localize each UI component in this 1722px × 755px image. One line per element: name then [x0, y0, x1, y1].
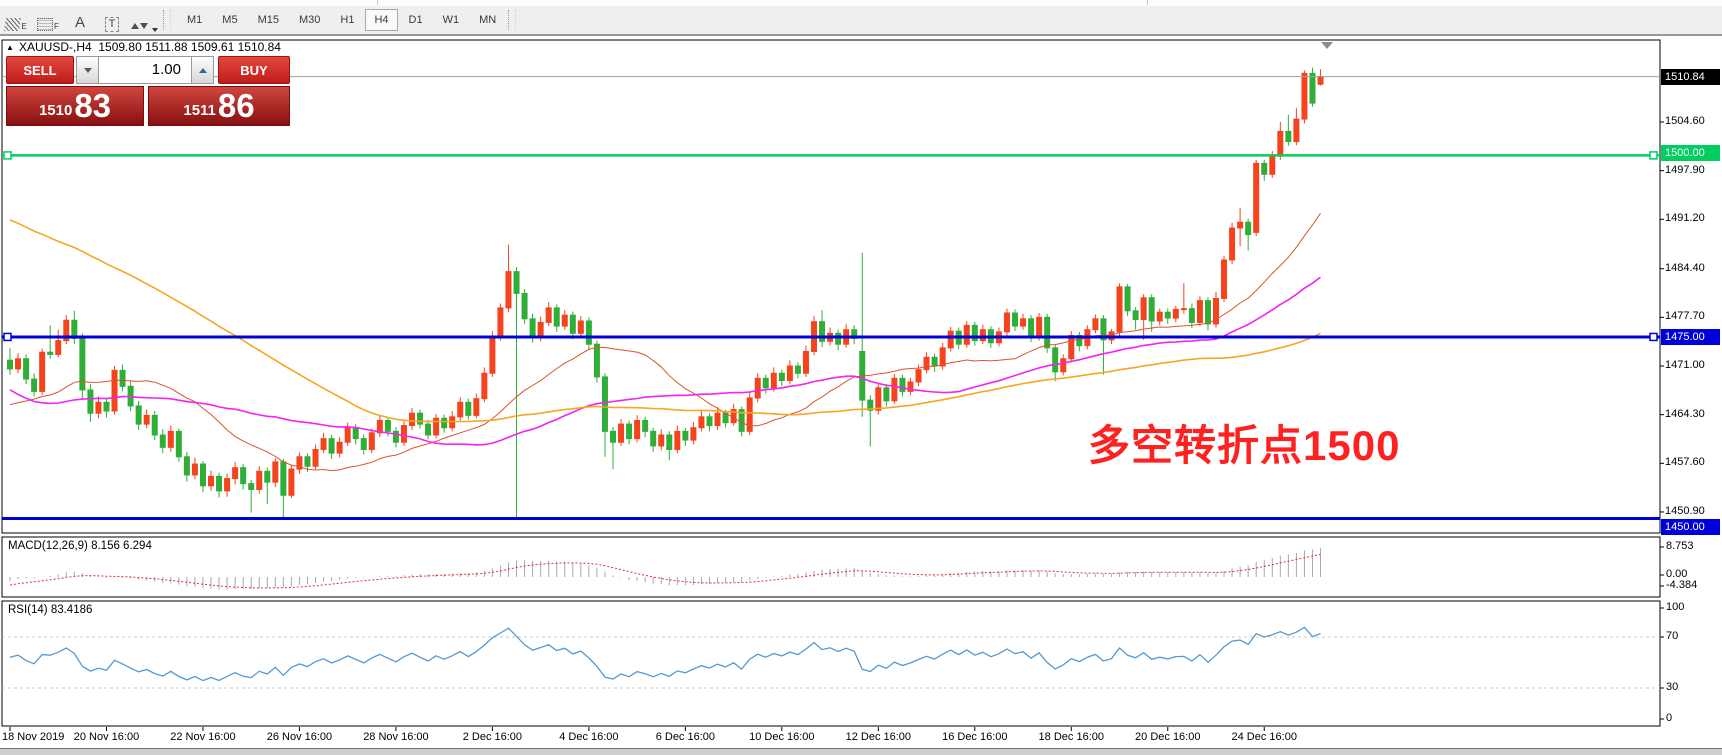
date-axis-label: 2 Dec 16:00: [463, 731, 522, 743]
horizontal-scrollbar[interactable]: [0, 748, 1722, 755]
buy-price-base: 1511: [183, 102, 216, 119]
ohlc-values: 1509.80 1511.88 1509.61 1510.84: [98, 40, 281, 54]
candle: [876, 383, 881, 414]
level-badge-1500: 1500.00: [1661, 145, 1720, 161]
candle: [1117, 283, 1122, 335]
line-handle[interactable]: [1650, 152, 1657, 159]
date-axis-label: 28 Nov 16:00: [363, 731, 428, 743]
line-handle[interactable]: [4, 333, 11, 340]
price-axis-label: 1484.40: [1665, 262, 1705, 274]
candle: [522, 289, 527, 324]
candle: [1197, 296, 1202, 326]
candle: [289, 465, 294, 498]
candle: [1004, 309, 1009, 336]
price-axis-label: 1457.60: [1665, 456, 1705, 468]
sell-price-base: 1510: [39, 102, 72, 119]
date-axis-label: 26 Nov 16:00: [267, 731, 332, 743]
date-axis-label: 18 Nov 2019: [2, 731, 64, 743]
date-axis-label: 16 Dec 16:00: [942, 731, 1007, 743]
rsi-axis-label: 0: [1666, 712, 1672, 724]
date-axis-label: 20 Dec 16:00: [1135, 731, 1200, 743]
buy-price-pips: 86: [218, 89, 255, 122]
macd-axis-label: 8.753: [1666, 540, 1694, 552]
line-handle[interactable]: [1650, 333, 1657, 340]
chart-title: XAUUSD-,H4 1509.80 1511.88 1509.61 1510.…: [19, 40, 281, 54]
current-price-badge: 1510.84: [1661, 69, 1720, 85]
line-handle[interactable]: [4, 152, 11, 159]
rsi-label: RSI(14) 83.4186: [8, 604, 92, 616]
symbol-timeframe: XAUUSD-,H4: [19, 40, 92, 54]
candle: [176, 428, 181, 461]
date-axis-label: 4 Dec 16:00: [559, 731, 618, 743]
candle: [1310, 68, 1315, 107]
date-axis-label: 18 Dec 16:00: [1039, 731, 1104, 743]
price-axis-label: 1471.00: [1665, 359, 1705, 371]
date-axis-label: 10 Dec 16:00: [749, 731, 814, 743]
price-axis-label: 1450.90: [1665, 505, 1705, 517]
candle: [892, 374, 897, 404]
candle: [1254, 160, 1259, 236]
price-axis-label: 1497.90: [1665, 164, 1705, 176]
volume-input[interactable]: 1.00: [99, 56, 191, 84]
buy-button[interactable]: BUY: [218, 56, 290, 84]
date-axis-label: 22 Nov 16:00: [170, 731, 235, 743]
chart-annotation[interactable]: 多空转折点1500: [1088, 412, 1400, 473]
candle: [40, 349, 45, 395]
volume-decrease-button[interactable]: [76, 56, 99, 84]
level-badge-1475: 1475.00: [1661, 329, 1720, 345]
rsi-axis-label: 70: [1666, 630, 1678, 642]
date-axis-label: 20 Nov 16:00: [74, 731, 139, 743]
sell-button[interactable]: SELL: [6, 56, 74, 84]
candle: [1230, 223, 1235, 264]
candle: [498, 304, 503, 341]
candle: [112, 366, 117, 415]
date-axis-label: 12 Dec 16:00: [846, 731, 911, 743]
candle: [1302, 70, 1307, 123]
rsi-axis-label: 100: [1666, 601, 1684, 613]
candle: [964, 321, 969, 348]
date-axis-label: 24 Dec 16:00: [1232, 731, 1297, 743]
price-axis-label: 1491.20: [1665, 212, 1705, 224]
one-click-trade-panel: SELL 1.00 BUY 1510 83 1511 86: [6, 56, 290, 126]
candle: [1222, 256, 1227, 302]
price-axis-label: 1504.60: [1665, 115, 1705, 127]
date-axis-label: 6 Dec 16:00: [656, 731, 715, 743]
macd-axis-label: -4.384: [1666, 579, 1697, 591]
rsi-panel: [2, 601, 1660, 726]
level-badge-1450: 1450.00: [1661, 519, 1720, 535]
price-axis-label: 1477.70: [1665, 310, 1705, 322]
sell-price-pips: 83: [74, 89, 111, 122]
macd-label: MACD(12,26,9) 8.156 6.294: [8, 540, 152, 552]
volume-increase-button[interactable]: [191, 56, 214, 84]
candle: [80, 333, 85, 398]
price-axis-label: 1464.30: [1665, 408, 1705, 420]
sell-price-button[interactable]: 1510 83: [6, 86, 144, 126]
candle: [1125, 284, 1130, 316]
rsi-axis-label: 30: [1666, 681, 1678, 693]
buy-price-button[interactable]: 1511 86: [148, 86, 290, 126]
trading-terminal: E F A T M1M5M15M30H1H4D1W1MN ▲ XAUUSD-,H…: [0, 0, 1722, 755]
collapse-chart-icon[interactable]: ▲: [6, 43, 14, 52]
candle: [1045, 314, 1050, 353]
